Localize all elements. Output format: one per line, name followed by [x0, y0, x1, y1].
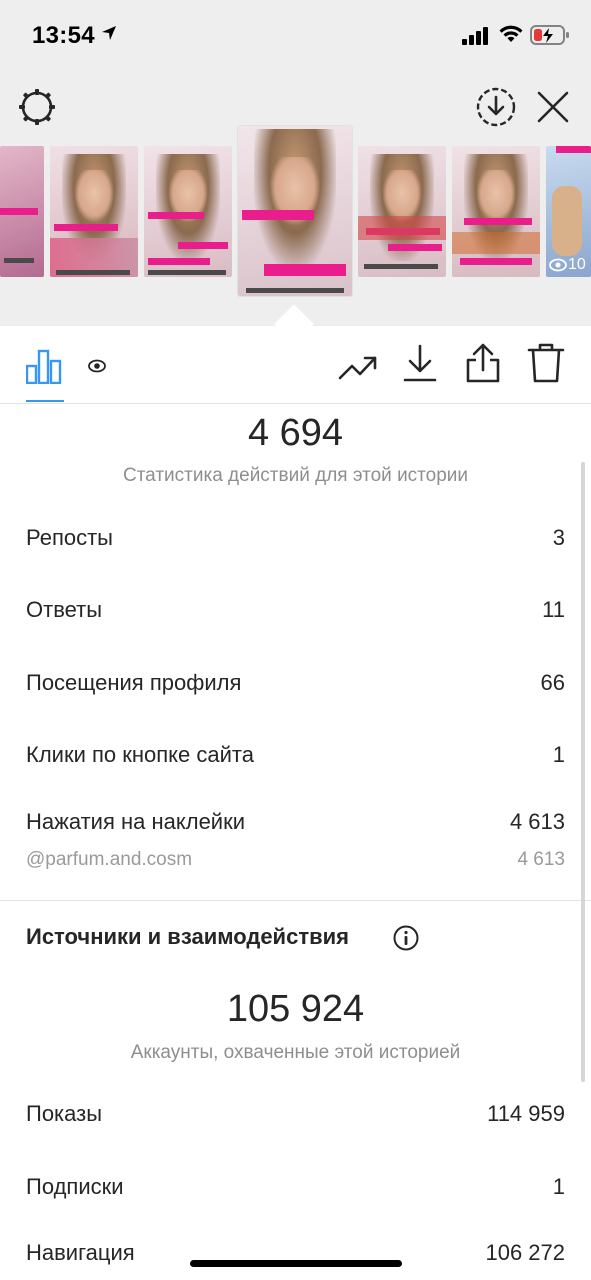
discovery-row-label: Навигация: [26, 1240, 135, 1265]
reach-total: 105 924: [226, 988, 365, 1030]
toolbar-divider: [0, 403, 591, 404]
stat-row-value: 4 613: [509, 809, 565, 834]
stat-row-label: Репосты: [26, 525, 113, 550]
scrollbar[interactable]: [581, 462, 585, 1082]
stat-row-value: 1: [552, 742, 565, 767]
stat-row-label: Клики по кнопке сайта: [26, 742, 254, 767]
story-thumbnail[interactable]: [452, 146, 540, 277]
wifi-icon: [499, 25, 523, 42]
status-time: 13:54: [32, 22, 95, 49]
discovery-row-value: 114 959: [487, 1101, 565, 1126]
story-thumbnail[interactable]: [0, 146, 44, 277]
home-indicator[interactable]: [190, 1260, 402, 1267]
story-thumbnail-strip[interactable]: 10: [0, 126, 591, 298]
settings-gear-icon[interactable]: [16, 86, 58, 128]
insights-toolbar: [0, 334, 591, 404]
share-icon[interactable]: [464, 342, 502, 384]
discovery-row-label: Подписки: [26, 1174, 124, 1199]
info-icon[interactable]: [393, 925, 419, 951]
story-thumbnail[interactable]: 10: [546, 146, 591, 277]
reach-caption: Аккаунты, охваченные этой историей: [130, 1042, 461, 1063]
story-thumbnail[interactable]: [358, 146, 446, 277]
interactions-caption: Статистика действий для этой истории: [122, 465, 469, 486]
sticker-account-value: 4 613: [517, 849, 565, 870]
stat-row-value: 11: [542, 597, 565, 622]
download-icon[interactable]: [402, 344, 438, 384]
cellular-signal-icon: [462, 27, 488, 45]
interactions-total: 4 694: [247, 412, 344, 454]
stat-row-value: 3: [552, 525, 565, 550]
discovery-row-value: 106 272: [485, 1240, 565, 1265]
stat-row-label: Посещения профиля: [26, 670, 242, 695]
insights-bar-chart-icon[interactable]: [26, 348, 62, 384]
discovery-section-title: Источники и взаимодействия: [26, 924, 349, 949]
delete-trash-icon[interactable]: [527, 342, 565, 384]
story-thumbnail[interactable]: [144, 146, 232, 277]
promote-trend-icon[interactable]: [338, 348, 378, 384]
save-download-icon[interactable]: [475, 86, 517, 128]
battery-charging-icon: [530, 25, 569, 45]
stat-row-value: 66: [540, 670, 565, 695]
thumbnail-view-count: 10: [568, 256, 586, 273]
story-thumbnail[interactable]: [50, 146, 138, 277]
story-thumbnail-selected[interactable]: [238, 126, 352, 296]
sticker-account-link[interactable]: @parfum.and.cosm: [26, 849, 192, 871]
discovery-row-label: Показы: [26, 1101, 103, 1126]
section-divider: [0, 900, 591, 901]
status-bar: 13:54: [0, 0, 591, 70]
discovery-row-value: 1: [552, 1174, 565, 1199]
stat-row-label: Ответы: [26, 597, 103, 622]
viewers-eye-icon[interactable]: [88, 359, 106, 373]
active-tab-indicator: [26, 400, 64, 402]
location-arrow-icon: [102, 26, 116, 40]
close-icon[interactable]: [536, 90, 570, 124]
eye-icon: [549, 258, 567, 272]
stat-row-label: Нажатия на наклейки: [26, 809, 246, 834]
